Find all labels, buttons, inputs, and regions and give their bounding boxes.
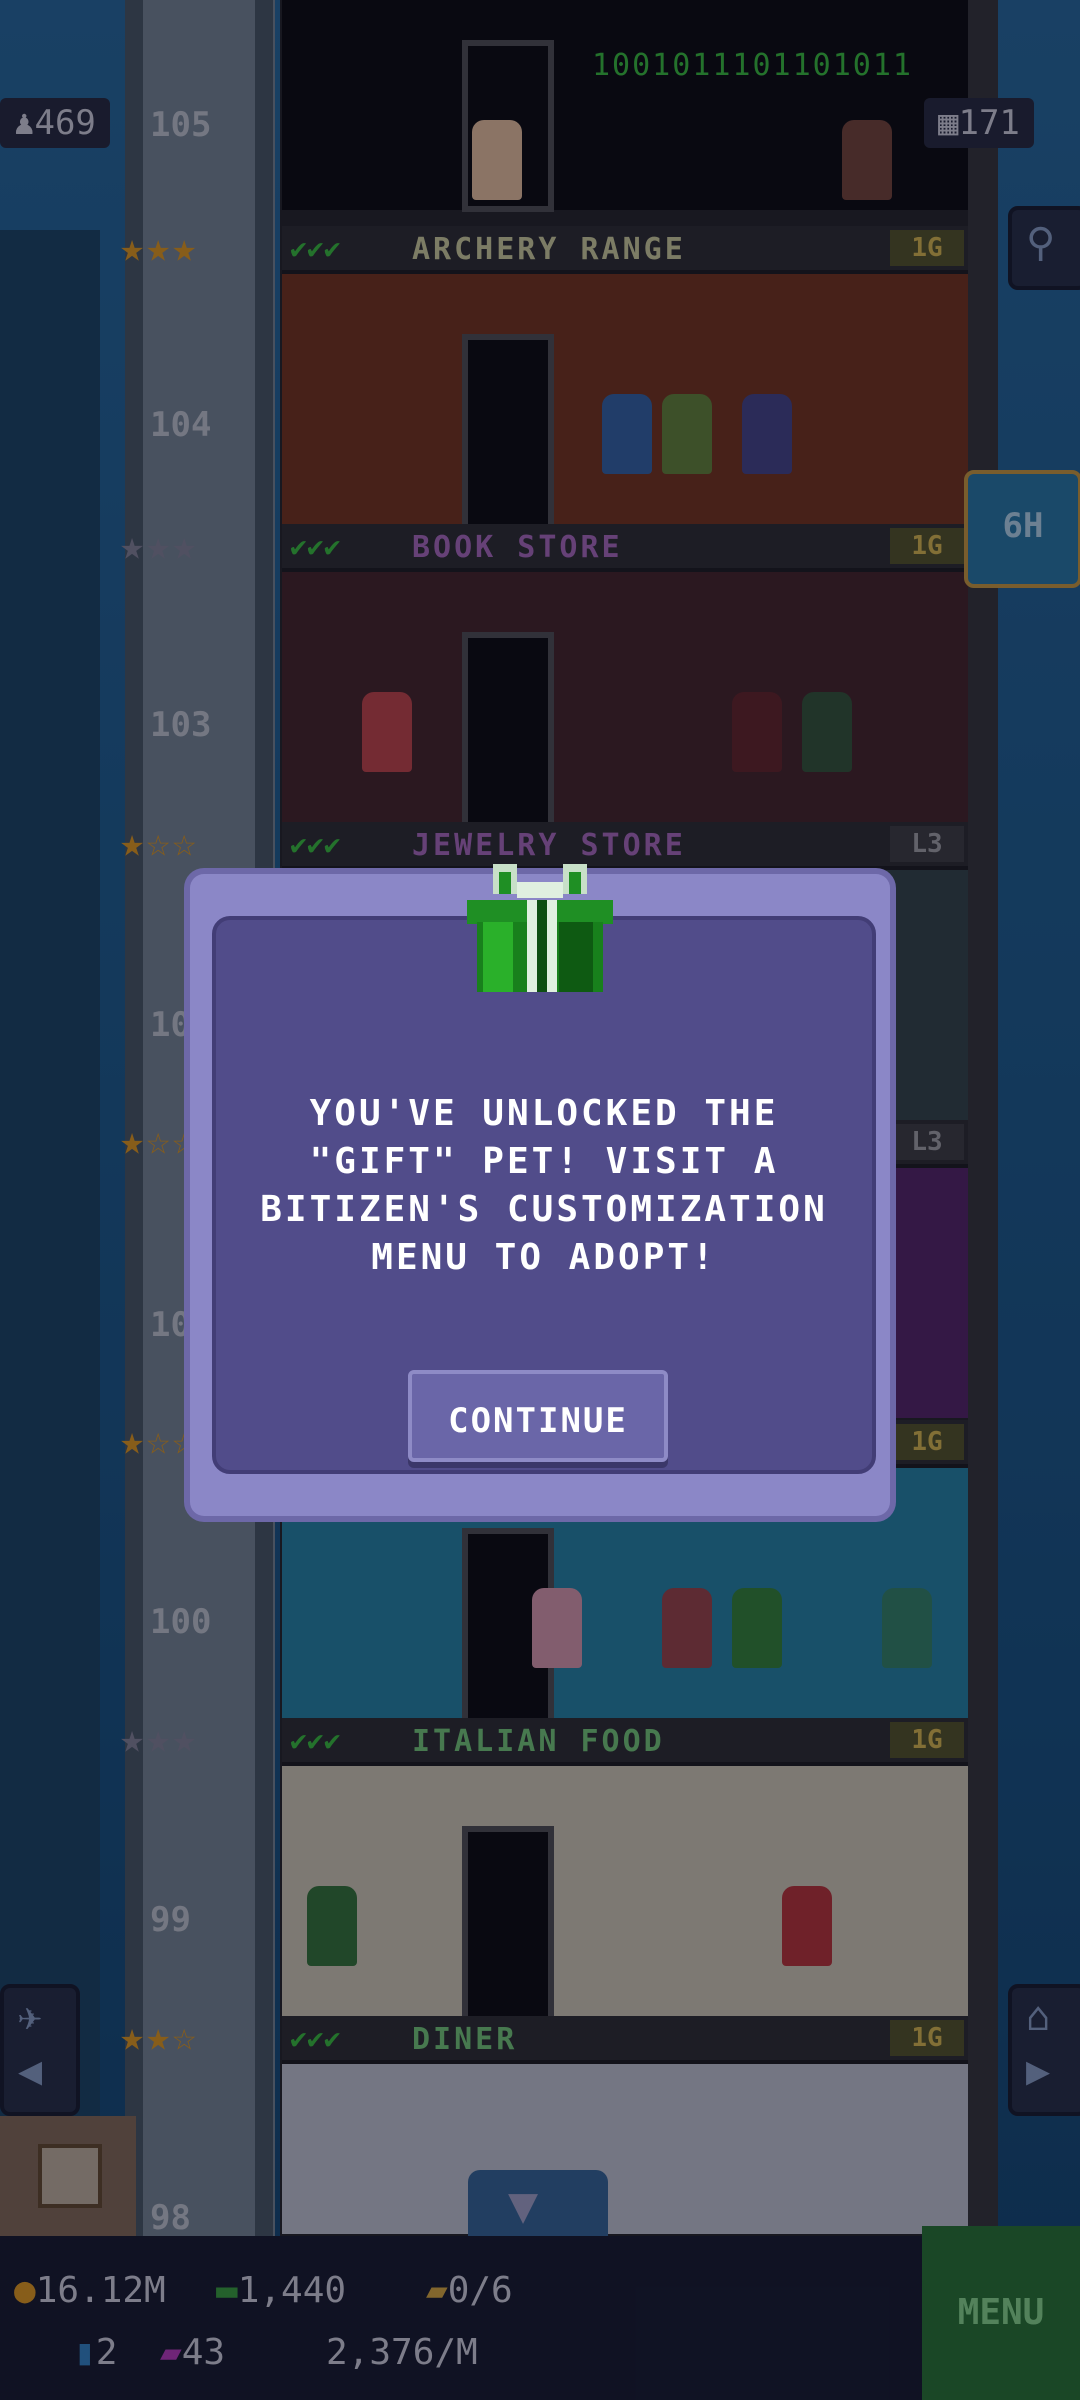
modal-message: YOU'VE UNLOCKED THE "GIFT" PET! VISIT A … bbox=[260, 1093, 828, 1278]
gift-icon bbox=[467, 864, 613, 992]
continue-button[interactable]: CONTINUE bbox=[408, 1370, 668, 1462]
